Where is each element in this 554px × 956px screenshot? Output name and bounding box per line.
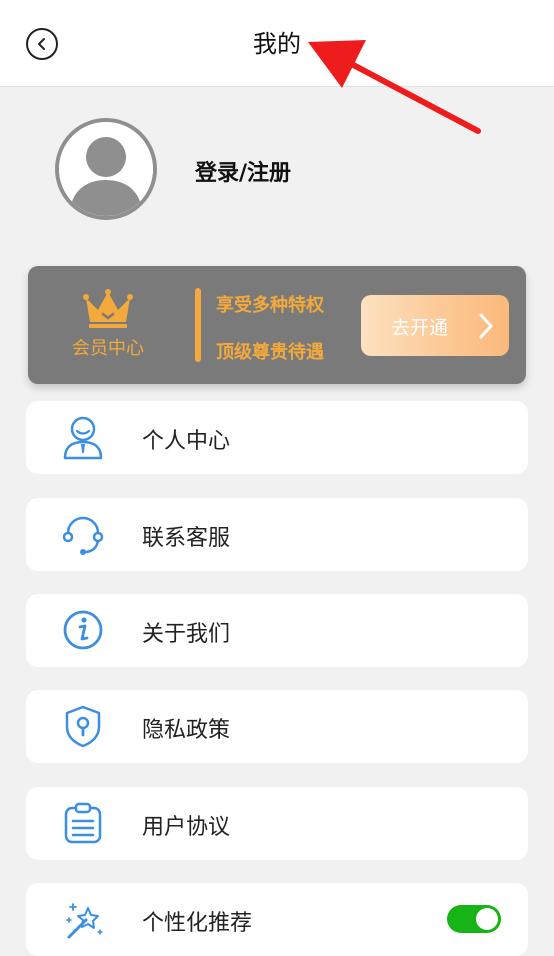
menu-label: 关于我们 <box>142 622 231 647</box>
menu-item-user-agreement[interactable]: 用户协议 <box>26 787 528 860</box>
top-bar: 我的 <box>0 0 554 87</box>
page-title: 我的 <box>253 30 301 58</box>
shield-keyhole-icon <box>65 705 101 748</box>
crown-icon <box>83 289 133 328</box>
menu-item-about-us[interactable]: 关于我们 <box>26 594 528 667</box>
menu-item-customer-service[interactable]: 联系客服 <box>26 498 528 571</box>
vip-center-label: 会员中心 <box>72 338 144 359</box>
menu-label: 隐私政策 <box>142 718 231 743</box>
menu-label: 联系客服 <box>142 526 231 551</box>
default-avatar-icon <box>59 122 153 216</box>
vip-divider <box>195 288 201 362</box>
vip-center[interactable]: 会员中心 <box>66 288 150 360</box>
menu-item-personal-center[interactable]: 个人中心 <box>26 401 528 474</box>
menu-label: 用户协议 <box>142 815 231 840</box>
profile-section: 登录/注册 <box>0 87 554 257</box>
toggle-knob <box>476 908 498 930</box>
menu-label: 个人中心 <box>142 429 231 454</box>
menu-item-personalized-recommendation: 个性化推荐 <box>26 883 528 956</box>
avatar[interactable] <box>55 118 157 220</box>
person-icon <box>63 416 103 460</box>
activate-vip-label: 去开通 <box>391 317 449 339</box>
clipboard-icon <box>64 802 102 844</box>
info-icon <box>63 610 103 650</box>
menu-item-privacy-policy[interactable]: 隐私政策 <box>26 690 528 763</box>
login-register-link[interactable]: 登录/注册 <box>195 155 291 187</box>
headset-icon <box>62 516 104 555</box>
vip-benefit-line-2: 顶级尊贵待遇 <box>216 342 324 363</box>
chevron-right-icon <box>479 313 493 339</box>
menu-label: 个性化推荐 <box>142 911 253 936</box>
vip-benefit-line-1: 享受多种特权 <box>216 295 324 316</box>
vip-banner: 会员中心 享受多种特权 顶级尊贵待遇 去开通 <box>28 266 526 384</box>
personalized-recommendation-toggle[interactable] <box>447 905 501 933</box>
magic-wand-icon <box>66 903 103 939</box>
activate-vip-button[interactable]: 去开通 <box>361 295 509 356</box>
